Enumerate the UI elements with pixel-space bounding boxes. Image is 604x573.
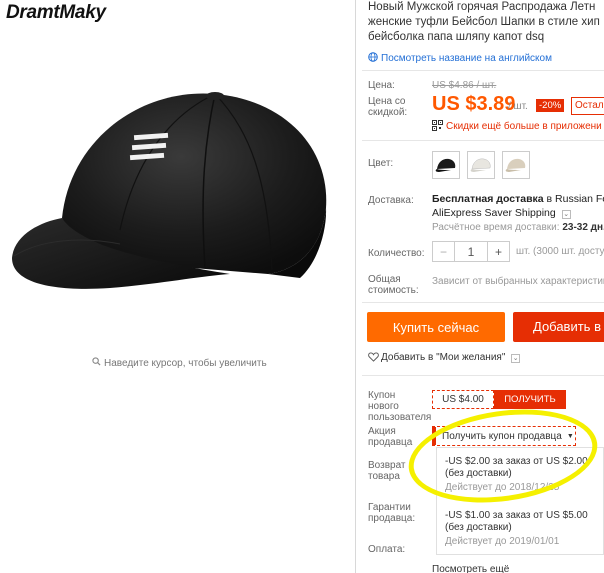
app-discount-link[interactable]: Скидки ещё больше в приложени	[432, 120, 602, 134]
quantity-minus-button[interactable]: −	[433, 242, 455, 261]
view-more-text: Посмотреть ещё	[432, 564, 510, 573]
title-line: Новый Мужской горячая Распродажа Летн	[368, 1, 596, 13]
payment-label: Оплата:	[368, 544, 406, 555]
add-to-cart-button[interactable]: Добавить в	[513, 312, 604, 342]
divider	[362, 140, 604, 141]
quantity-stepper: − 1 +	[432, 241, 510, 262]
get-coupon-button[interactable]: ПОЛУЧИТЬ	[494, 390, 566, 409]
buy-now-button[interactable]: Купить сейчас	[367, 312, 505, 342]
coupon-shipping-note: (без доставки)	[445, 522, 512, 533]
wishlist-link[interactable]: Добавить в "Мои желания" ⌄	[368, 352, 521, 365]
app-discount-text: Скидки ещё больше в приложени	[446, 121, 602, 132]
total-note: Зависит от выбранных характеристик	[432, 276, 604, 287]
brand-watermark: DramtMaky	[6, 2, 106, 23]
old-price: US $4.86 / шт.	[432, 80, 497, 91]
remaining-time-button[interactable]: Остал	[571, 97, 604, 115]
discount-price-label: Цена со скидкой:	[368, 96, 408, 118]
seller-promo-label: Акция продавца	[368, 426, 413, 448]
product-image[interactable]	[0, 30, 355, 350]
delivery-time-label: Расчётное время доставки:	[432, 222, 560, 233]
cap-illustration	[12, 92, 327, 289]
new-user-coupon-label: Купон нового пользователя	[368, 390, 432, 423]
color-swatch-beige[interactable]	[502, 151, 530, 179]
coupon-terms: -US $1.00 за заказ от US $5.00	[445, 510, 588, 521]
qr-code-icon	[432, 120, 443, 134]
zoom-hint: Наведите курсор, чтобы увеличить	[92, 357, 267, 369]
price-label: Цена:	[368, 80, 395, 91]
quantity-plus-button[interactable]: +	[487, 242, 509, 261]
heart-icon	[368, 352, 379, 365]
price-unit: / шт.	[508, 101, 528, 112]
title-line: женские туфли Бейсбол Шапки в стиле хип	[368, 16, 600, 28]
color-label: Цвет:	[368, 158, 394, 169]
guarantee-label: Гарантии продавца:	[368, 502, 416, 524]
shipping-destination: в Russian Fede	[546, 193, 604, 205]
color-swatch-black[interactable]	[432, 151, 460, 179]
color-swatch-white[interactable]	[467, 151, 495, 179]
quantity-label: Количество:	[368, 248, 425, 259]
magnifier-icon	[92, 357, 101, 369]
discount-badge: -20%	[536, 99, 565, 112]
zoom-hint-text: Наведите курсор, чтобы увеличить	[104, 358, 267, 369]
wishlist-count-icon: ⌄	[511, 354, 521, 363]
divider	[362, 302, 604, 303]
wishlist-text: Добавить в "Мои желания"	[381, 352, 506, 363]
shipping-summary: Бесплатная доставка в Russian Fede	[432, 193, 604, 205]
quantity-input[interactable]: 1	[455, 242, 487, 261]
quantity-available: шт. (3000 шт. досту	[516, 246, 604, 257]
free-shipping-text: Бесплатная доставка	[432, 193, 544, 205]
translate-icon	[368, 52, 378, 65]
product-title: Новый Мужской горячая Распродажа Летн же…	[368, 0, 604, 45]
column-divider	[355, 0, 356, 573]
divider	[362, 375, 604, 376]
current-price: US $3.89	[432, 93, 516, 115]
shipping-method[interactable]: AliExpress Saver Shipping ⌄	[432, 207, 571, 219]
divider	[362, 70, 604, 71]
title-line: бейсболка папа шляпу капот dsq	[368, 31, 545, 43]
translate-link-text: Посмотреть название на английском	[381, 53, 552, 64]
coupon-value: US $4.00	[432, 390, 494, 409]
coupon-option[interactable]: -US $1.00 за заказ от US $5.00 (без дост…	[445, 510, 588, 548]
shipping-label: Доставка:	[368, 195, 414, 206]
chevron-down-icon: ⌄	[561, 210, 571, 219]
return-label: Возврат товара	[368, 460, 406, 482]
total-label: Общая стоимость:	[368, 274, 419, 296]
translate-link[interactable]: Посмотреть название на английском	[368, 52, 552, 65]
delivery-time-value: 23-32 дн.	[562, 222, 604, 233]
coupon-expiry: Действует до 2019/01/01	[445, 536, 560, 547]
view-more-link[interactable]: Посмотреть ещё	[432, 564, 509, 573]
delivery-time: Расчётное время доставки: 23-32 дн.	[432, 222, 604, 233]
shipping-method-text: AliExpress Saver Shipping	[432, 207, 556, 219]
